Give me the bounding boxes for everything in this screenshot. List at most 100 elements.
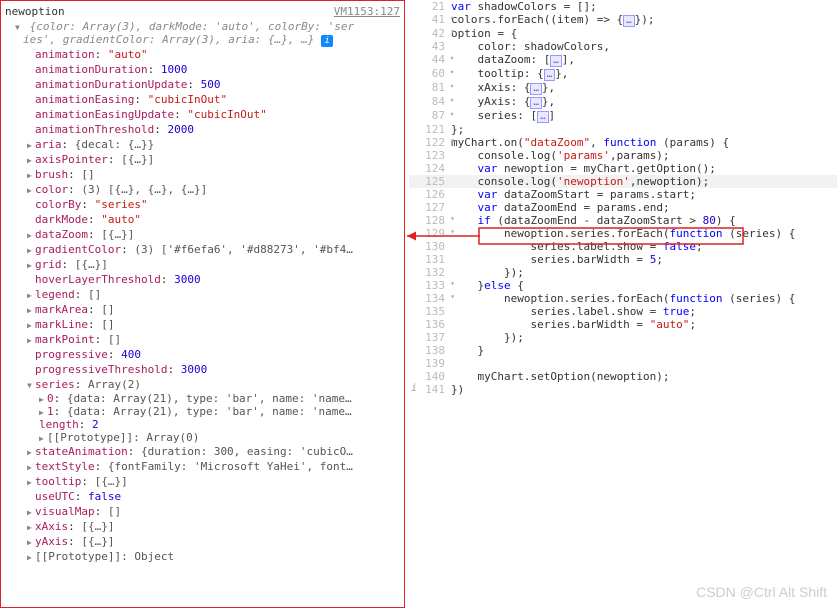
prototype-row[interactable]: [[Prototype]]: Object xyxy=(5,549,400,564)
code-line[interactable]: 87▸ series: […] xyxy=(409,109,837,123)
code-line[interactable]: 128▾ if (dataZoomEnd - dataZoomStart > 8… xyxy=(409,214,837,227)
line-number[interactable]: 122▾ xyxy=(409,136,451,149)
chevron-right-icon[interactable] xyxy=(27,138,35,151)
chevron-right-icon[interactable] xyxy=(27,153,35,166)
info-icon[interactable]: i xyxy=(321,35,333,47)
line-number[interactable]: 136 xyxy=(409,318,451,331)
prop-row[interactable]: tooltip: [{…}] xyxy=(5,474,400,489)
code-line[interactable]: 123 console.log('params',params); xyxy=(409,149,837,162)
chevron-right-icon[interactable] xyxy=(27,445,35,458)
line-number[interactable]: 121 xyxy=(409,123,451,136)
chevron-right-icon[interactable] xyxy=(27,550,35,563)
prop-row[interactable]: color: (3) [{…}, {…}, {…}] xyxy=(5,182,400,197)
prop-row[interactable]: gradientColor: (3) ['#f6efa6', '#d88273'… xyxy=(5,242,400,257)
prop-row[interactable]: legend: [] xyxy=(5,287,400,302)
line-number[interactable]: 125 xyxy=(409,175,451,188)
code-line[interactable]: 21var shadowColors = []; xyxy=(409,0,837,13)
prototype-row[interactable]: [[Prototype]]: Array(0) xyxy=(5,431,400,444)
fold-icon[interactable]: ▸ xyxy=(450,109,455,118)
line-number[interactable]: 133▾ xyxy=(409,279,451,292)
code-line[interactable]: 81▸ xAxis: {…}, xyxy=(409,81,837,95)
fold-icon[interactable]: ▾ xyxy=(450,27,455,36)
line-number[interactable]: 124 xyxy=(409,162,451,175)
code-line[interactable]: 126 var dataZoomStart = params.start; xyxy=(409,188,837,201)
line-number[interactable]: 137 xyxy=(409,331,451,344)
chevron-right-icon[interactable] xyxy=(27,183,35,196)
code-line[interactable]: i141}) xyxy=(409,383,837,396)
line-number[interactable]: i141 xyxy=(409,383,451,396)
chevron-right-icon[interactable] xyxy=(27,258,35,271)
prop-row[interactable]: xAxis: [{…}] xyxy=(5,519,400,534)
fold-icon[interactable]: ▾ xyxy=(450,214,455,223)
code-line[interactable]: 130 series.label.show = false; xyxy=(409,240,837,253)
chevron-right-icon[interactable] xyxy=(39,405,47,418)
prop-row[interactable]: dataZoom: [{…}] xyxy=(5,227,400,242)
prop-row[interactable]: axisPointer: [{…}] xyxy=(5,152,400,167)
line-number[interactable]: 41▸ xyxy=(409,13,451,26)
line-number[interactable]: 139 xyxy=(409,357,451,370)
code-line[interactable]: 138 } xyxy=(409,344,837,357)
line-number[interactable]: 132 xyxy=(409,266,451,279)
object-preview[interactable]: {color: Array(3), darkMode: 'auto', colo… xyxy=(30,20,355,33)
line-number[interactable]: 129▾ xyxy=(409,227,451,240)
chevron-down-icon[interactable] xyxy=(27,378,35,391)
fold-icon[interactable]: ▾ xyxy=(450,227,455,236)
chevron-right-icon[interactable] xyxy=(27,228,35,241)
code-line[interactable]: 122▾myChart.on("dataZoom", function (par… xyxy=(409,136,837,149)
array-item[interactable]: 1: {data: Array(21), type: 'bar', name: … xyxy=(5,405,400,418)
code-line[interactable]: 139 xyxy=(409,357,837,370)
code-line[interactable]: 84▸ yAxis: {…}, xyxy=(409,95,837,109)
code-line[interactable]: 125 console.log('newoption',newoption); xyxy=(409,175,837,188)
array-item[interactable]: 0: {data: Array(21), type: 'bar', name: … xyxy=(5,392,400,405)
chevron-right-icon[interactable] xyxy=(27,243,35,256)
prop-row[interactable]: brush: [] xyxy=(5,167,400,182)
code-line[interactable]: 136 series.barWidth = "auto"; xyxy=(409,318,837,331)
prop-row[interactable]: markArea: [] xyxy=(5,302,400,317)
code-line[interactable]: 121}; xyxy=(409,123,837,136)
chevron-right-icon[interactable] xyxy=(39,392,47,405)
code-line[interactable]: 133▾ }else { xyxy=(409,279,837,292)
code-line[interactable]: 127 var dataZoomEnd = params.end; xyxy=(409,201,837,214)
code-line[interactable]: 44▸ dataZoom: […], xyxy=(409,53,837,67)
line-number[interactable]: 42▾ xyxy=(409,27,451,40)
chevron-right-icon[interactable] xyxy=(27,475,35,488)
fold-icon[interactable]: ▾ xyxy=(450,279,455,288)
prop-row[interactable]: grid: [{…}] xyxy=(5,257,400,272)
prop-row[interactable]: yAxis: [{…}] xyxy=(5,534,400,549)
chevron-right-icon[interactable] xyxy=(27,168,35,181)
line-number[interactable]: 135 xyxy=(409,305,451,318)
chevron-right-icon[interactable] xyxy=(39,431,47,444)
console-object-pane[interactable]: newoption VM1153:127 {color: Array(3), d… xyxy=(0,0,405,608)
line-number[interactable]: 84▸ xyxy=(409,95,451,108)
line-number[interactable]: 123 xyxy=(409,149,451,162)
code-line[interactable]: 135 series.label.show = true; xyxy=(409,305,837,318)
line-number[interactable]: 134▾ xyxy=(409,292,451,305)
chevron-right-icon[interactable] xyxy=(27,505,35,518)
code-line[interactable]: 137 }); xyxy=(409,331,837,344)
fold-icon[interactable]: ▸ xyxy=(450,67,455,76)
fold-icon[interactable]: ▾ xyxy=(450,292,455,301)
code-line[interactable]: 129▾ newoption.series.forEach(function (… xyxy=(409,227,837,240)
code-line[interactable]: 132 }); xyxy=(409,266,837,279)
fold-icon[interactable]: ▸ xyxy=(450,95,455,104)
fold-icon[interactable]: ▸ xyxy=(450,13,455,22)
line-number[interactable]: 87▸ xyxy=(409,109,451,122)
prop-row[interactable]: aria: {decal: {…}} xyxy=(5,137,400,152)
expand-icon[interactable] xyxy=(15,20,23,33)
chevron-right-icon[interactable] xyxy=(27,318,35,331)
code-line[interactable]: 41▸colors.forEach((item) => {…}); xyxy=(409,13,837,27)
chevron-right-icon[interactable] xyxy=(27,288,35,301)
code-line[interactable]: 42▾option = { xyxy=(409,27,837,40)
line-number[interactable]: 43 xyxy=(409,40,451,53)
code-line[interactable]: 131 series.barWidth = 5; xyxy=(409,253,837,266)
prop-row[interactable]: markPoint: [] xyxy=(5,332,400,347)
line-number[interactable]: 81▸ xyxy=(409,81,451,94)
line-number[interactable]: 128▾ xyxy=(409,214,451,227)
source-editor[interactable]: 21var shadowColors = [];41▸colors.forEac… xyxy=(405,0,837,608)
line-number[interactable]: 131 xyxy=(409,253,451,266)
code-line[interactable]: 43 color: shadowColors, xyxy=(409,40,837,53)
line-number[interactable]: 140 xyxy=(409,370,451,383)
chevron-right-icon[interactable] xyxy=(27,520,35,533)
line-number[interactable]: 126 xyxy=(409,188,451,201)
line-number[interactable]: 127 xyxy=(409,201,451,214)
